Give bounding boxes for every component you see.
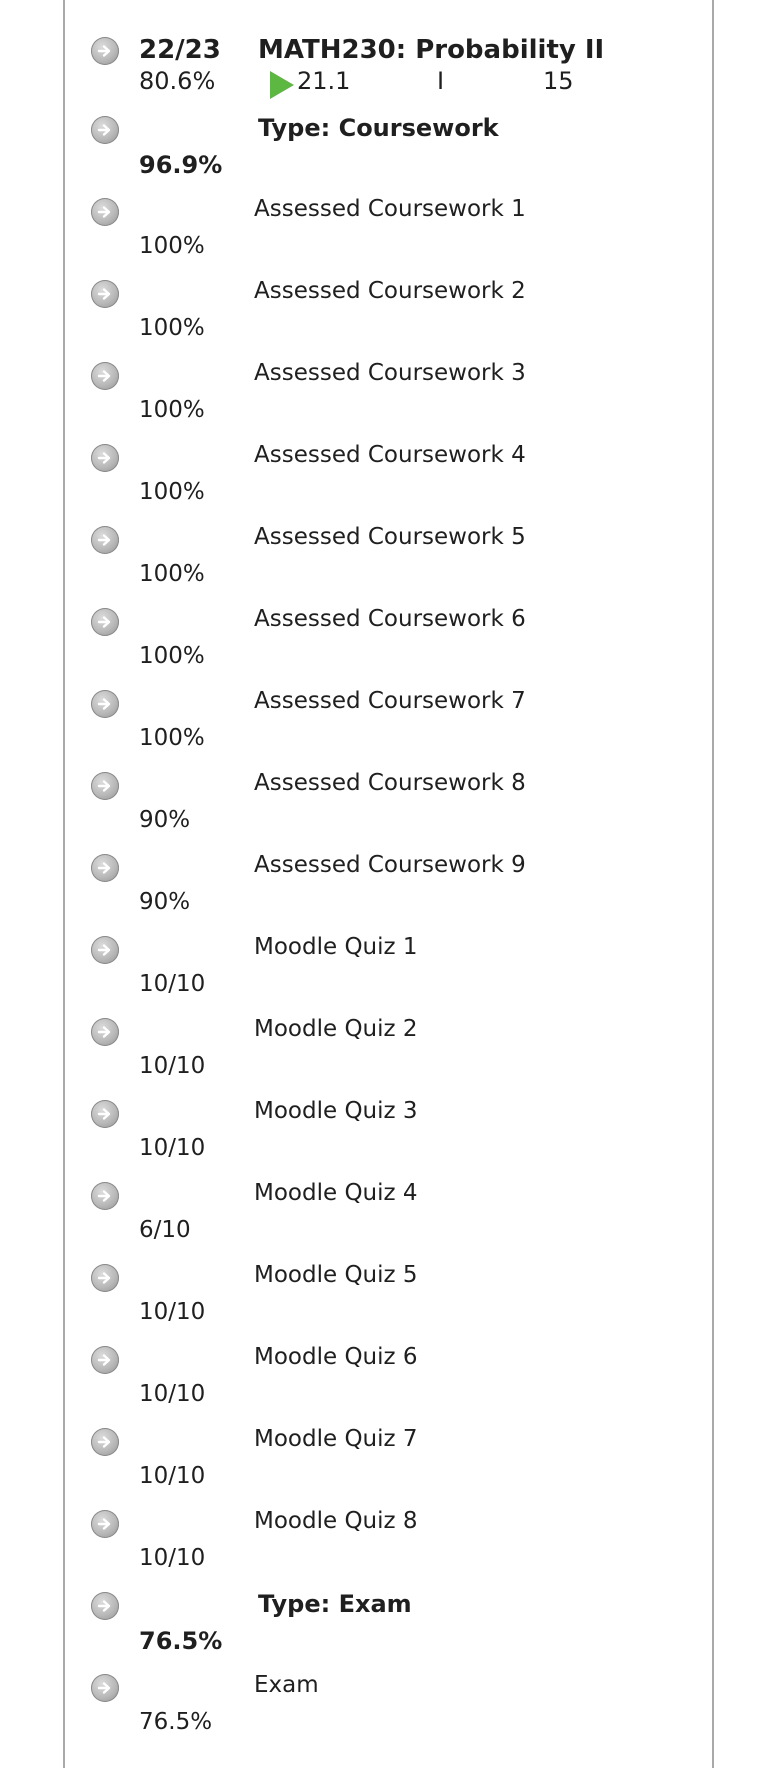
assessment-row: Moodle Quiz 3 10/10 (0, 1098, 777, 1182)
assessment-row: Moodle Quiz 1 10/10 (0, 934, 777, 1018)
arrow-right-circle-icon[interactable] (91, 362, 119, 390)
assessment-label: Moodle Quiz 8 (254, 1508, 418, 1534)
assessment-row: Assessed Coursework 6 100% (0, 606, 777, 690)
assessment-score: 100% (139, 561, 205, 587)
arrow-right-circle-icon[interactable] (91, 1182, 119, 1210)
module-header-row: 22/23 MATH230: Probability II 80.6% 21.1… (0, 35, 777, 119)
arrow-right-circle-icon[interactable] (91, 526, 119, 554)
assessment-label: Assessed Coursework 5 (254, 524, 526, 550)
arrow-right-circle-icon[interactable] (91, 690, 119, 718)
play-icon[interactable] (270, 71, 294, 99)
assessment-score: 10/10 (139, 1299, 206, 1325)
module-value: 21.1 (297, 67, 351, 95)
assessment-score: 100% (139, 233, 205, 259)
assessment-group-label: Type: Coursework (258, 114, 499, 142)
module-rank: 22/23 (139, 35, 221, 65)
assessment-score: 10/10 (139, 1135, 206, 1161)
assessment-label: Moodle Quiz 7 (254, 1426, 418, 1452)
assessment-label: Assessed Coursework 2 (254, 278, 526, 304)
assessment-row: Assessed Coursework 7 100% (0, 688, 777, 772)
assessment-label: Assessed Coursework 8 (254, 770, 526, 796)
assessment-row: Assessed Coursework 3 100% (0, 360, 777, 444)
assessment-row: Moodle Quiz 4 6/10 (0, 1180, 777, 1264)
assessment-score: 6/10 (139, 1217, 191, 1243)
assessment-label: Moodle Quiz 3 (254, 1098, 418, 1124)
arrow-right-circle-icon[interactable] (91, 1264, 119, 1292)
assessment-score: 10/10 (139, 1463, 206, 1489)
assessment-label: Assessed Coursework 6 (254, 606, 526, 632)
arrow-right-circle-icon[interactable] (91, 444, 119, 472)
assessment-label: Assessed Coursework 3 (254, 360, 526, 386)
assessment-label: Assessed Coursework 1 (254, 196, 526, 222)
module-percent: 80.6% (139, 67, 216, 95)
assessment-score: 100% (139, 315, 205, 341)
assessment-row: Moodle Quiz 5 10/10 (0, 1262, 777, 1346)
arrow-right-circle-icon[interactable] (91, 116, 119, 144)
assessment-row: Moodle Quiz 8 10/10 (0, 1508, 777, 1592)
assessment-score: 10/10 (139, 1381, 206, 1407)
assessment-score: 100% (139, 397, 205, 423)
assessment-label: Exam (254, 1672, 319, 1698)
assessment-row: Assessed Coursework 5 100% (0, 524, 777, 608)
assessment-score: 100% (139, 643, 205, 669)
arrow-right-circle-icon[interactable] (91, 1018, 119, 1046)
arrow-right-circle-icon[interactable] (91, 936, 119, 964)
arrow-right-circle-icon[interactable] (91, 280, 119, 308)
arrow-right-circle-icon[interactable] (91, 198, 119, 226)
module-title: MATH230: Probability II (258, 35, 605, 65)
arrow-right-circle-icon[interactable] (91, 608, 119, 636)
arrow-right-circle-icon[interactable] (91, 1674, 119, 1702)
arrow-right-circle-icon[interactable] (91, 1510, 119, 1538)
assessment-label: Moodle Quiz 2 (254, 1016, 418, 1042)
arrow-right-circle-icon[interactable] (91, 772, 119, 800)
assessment-row: Assessed Coursework 4 100% (0, 442, 777, 526)
assessment-score: 100% (139, 725, 205, 751)
assessment-score: 76.5% (139, 1709, 213, 1735)
assessment-score: 10/10 (139, 971, 206, 997)
assessment-group-label: Type: Exam (258, 1590, 412, 1618)
assessment-row: Moodle Quiz 6 10/10 (0, 1344, 777, 1428)
module-code: I (437, 67, 445, 95)
arrow-right-circle-icon[interactable] (91, 37, 119, 65)
assessment-row: Assessed Coursework 2 100% (0, 278, 777, 362)
assessment-row: Moodle Quiz 2 10/10 (0, 1016, 777, 1100)
assessment-score: 90% (139, 807, 191, 833)
arrow-right-circle-icon[interactable] (91, 1592, 119, 1620)
assessment-score: 100% (139, 479, 205, 505)
arrow-right-circle-icon[interactable] (91, 1428, 119, 1456)
assessment-row: Moodle Quiz 7 10/10 (0, 1426, 777, 1510)
assessment-group-row: Type: Exam 76.5% (0, 1590, 777, 1674)
assessment-row: Assessed Coursework 8 90% (0, 770, 777, 854)
arrow-right-circle-icon[interactable] (91, 1346, 119, 1374)
assessment-label: Assessed Coursework 9 (254, 852, 526, 878)
assessment-row: Assessed Coursework 9 90% (0, 852, 777, 936)
assessment-group-score: 96.9% (139, 151, 223, 179)
assessment-label: Assessed Coursework 7 (254, 688, 526, 714)
assessment-group-score: 76.5% (139, 1627, 223, 1655)
assessment-score: 10/10 (139, 1545, 206, 1571)
assessment-label: Moodle Quiz 1 (254, 934, 418, 960)
module-credits: 15 (543, 67, 574, 95)
assessment-group-row: Type: Coursework 96.9% (0, 114, 777, 198)
assessment-row: Exam 76.5% (0, 1672, 777, 1756)
assessment-score: 10/10 (139, 1053, 206, 1079)
assessment-label: Moodle Quiz 5 (254, 1262, 418, 1288)
assessment-row: Assessed Coursework 1 100% (0, 196, 777, 280)
assessment-label: Assessed Coursework 4 (254, 442, 526, 468)
assessment-label: Moodle Quiz 6 (254, 1344, 418, 1370)
assessment-score: 90% (139, 889, 191, 915)
arrow-right-circle-icon[interactable] (91, 1100, 119, 1128)
assessment-label: Moodle Quiz 4 (254, 1180, 418, 1206)
arrow-right-circle-icon[interactable] (91, 854, 119, 882)
